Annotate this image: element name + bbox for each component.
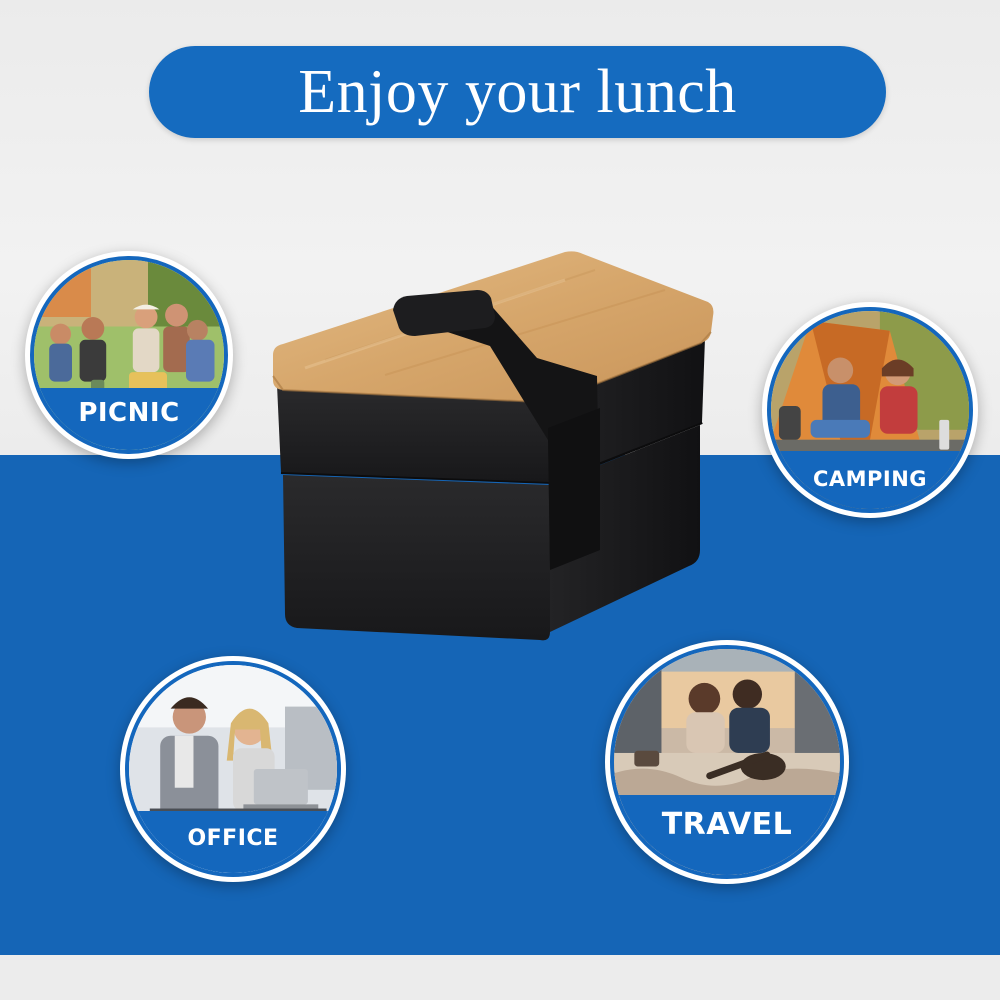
- office-label: OFFICE: [187, 826, 279, 851]
- picnic-label: PICNIC: [78, 398, 180, 428]
- picnic-scene-circle: PICNIC: [25, 251, 233, 459]
- travel-scene-circle: TRAVEL: [605, 640, 849, 884]
- travel-label-band: TRAVEL: [614, 795, 840, 875]
- camping-scene-circle: CAMPING: [762, 302, 978, 518]
- travel-photo: TRAVEL: [610, 645, 844, 879]
- bottom-strip: [0, 955, 1000, 1000]
- bento-lunch-box: [265, 250, 725, 645]
- office-label-band: OFFICE: [129, 811, 337, 873]
- travel-label: TRAVEL: [661, 807, 793, 842]
- bento-lunch-box-icon: [272, 251, 714, 641]
- picnic-label-band: PICNIC: [34, 388, 224, 450]
- headline-text: Enjoy your lunch: [298, 57, 737, 126]
- office-photo: OFFICE: [125, 661, 341, 877]
- headline-banner: Enjoy your lunch: [149, 46, 886, 138]
- office-scene-circle: OFFICE: [120, 656, 346, 882]
- camping-label-band: CAMPING: [771, 451, 969, 509]
- camping-photo: CAMPING: [767, 307, 973, 513]
- picnic-photo: PICNIC: [30, 256, 228, 454]
- camping-label: CAMPING: [812, 467, 928, 491]
